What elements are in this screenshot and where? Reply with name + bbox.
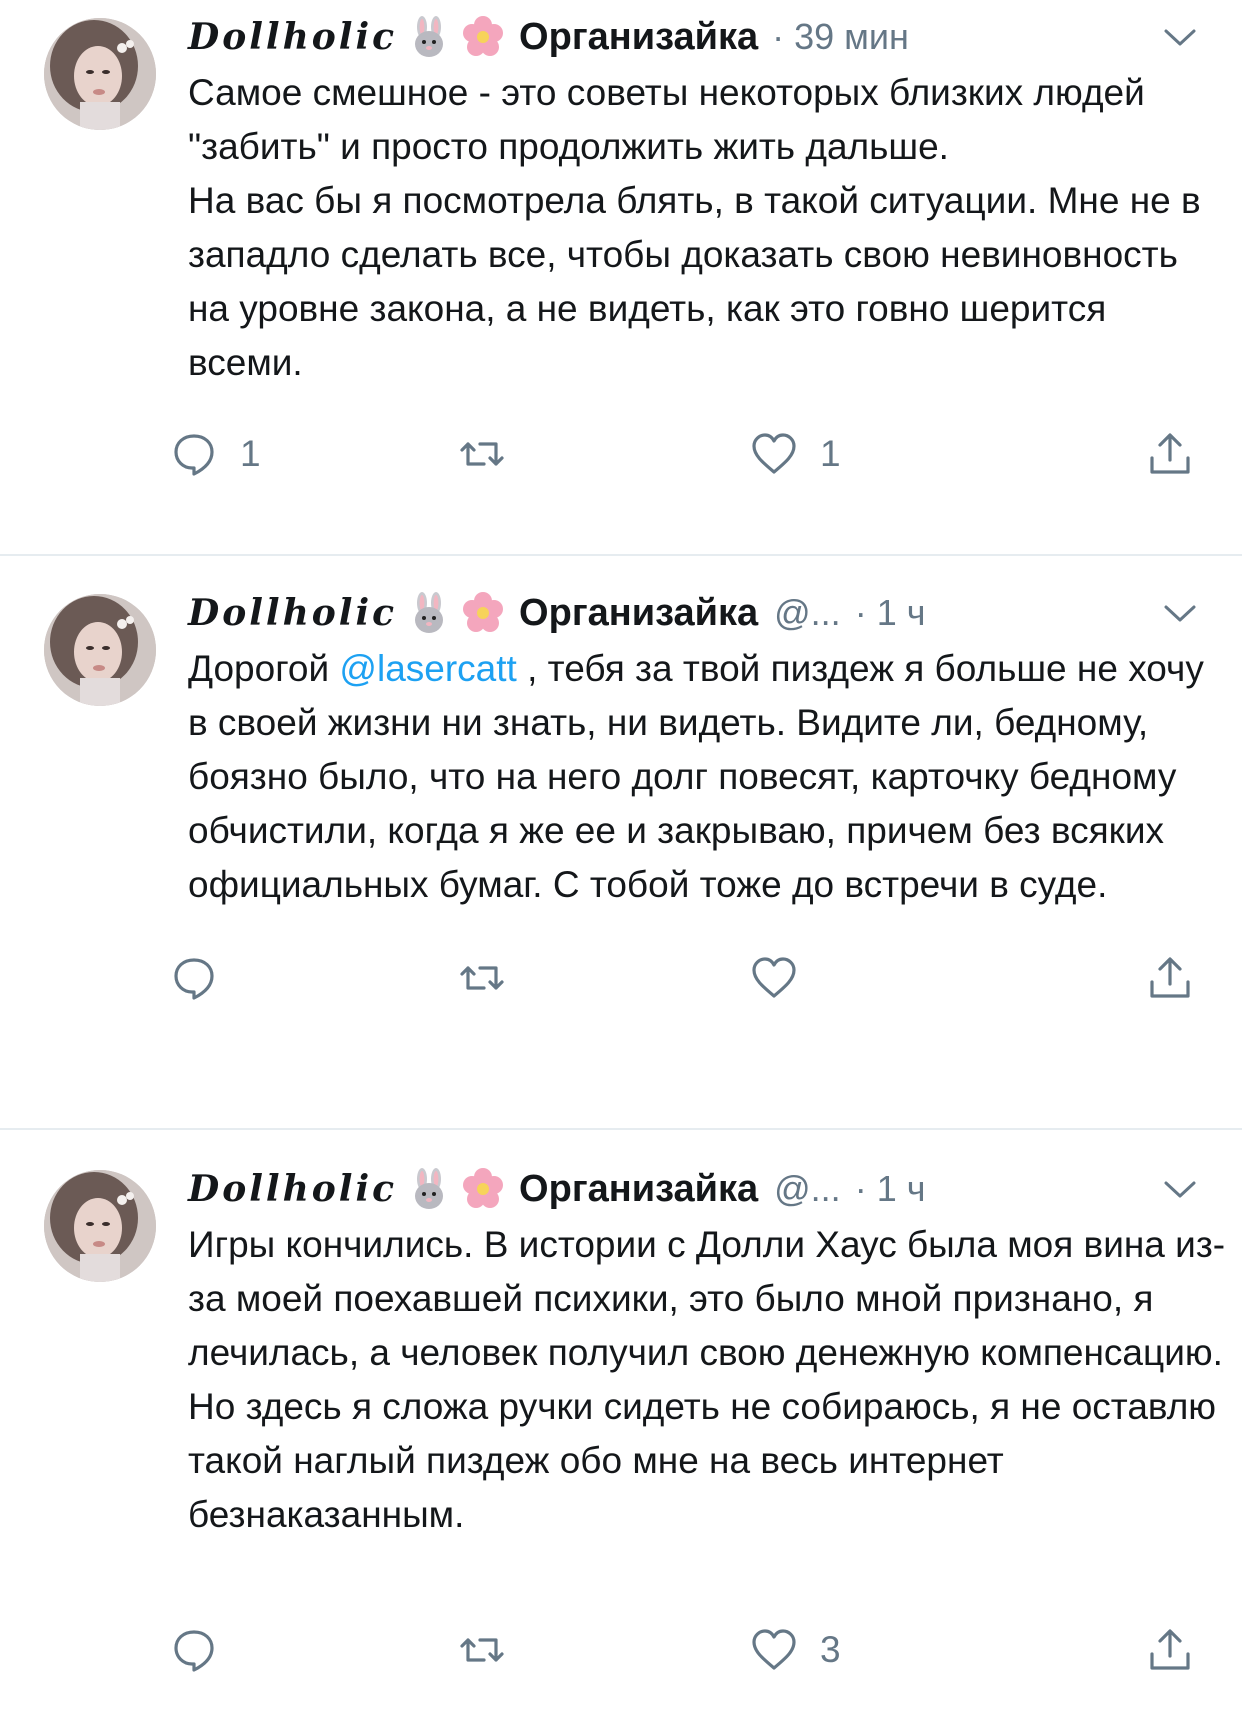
tweet-text: Дорогой @lasercatt , тебя за твой пиздеж…: [188, 642, 1228, 912]
reply-icon: [174, 434, 214, 476]
tweet[interactable]: Dollholic Организайка · 39 мин Самое сме…: [0, 0, 1242, 556]
chevron-down-icon[interactable]: [1162, 1174, 1198, 1204]
separator-dot: ·: [854, 1168, 867, 1209]
retweet-icon: [460, 1638, 504, 1662]
reply-button[interactable]: 1: [170, 424, 261, 484]
chevron-down-icon[interactable]: [1162, 22, 1198, 52]
retweet-icon: [460, 442, 504, 466]
share-icon: [1150, 1629, 1190, 1670]
cherry-blossom-emoji-icon: [461, 591, 505, 635]
share-icon: [1150, 957, 1190, 998]
reply-button[interactable]: [170, 1620, 240, 1680]
tweet[interactable]: Dollholic Организайка @... · 1 ч Игры ко…: [0, 1152, 1242, 1728]
separator-dot: ·: [772, 16, 785, 57]
like-button[interactable]: 1: [750, 424, 841, 484]
cherry-blossom-emoji-icon: [461, 1167, 505, 1211]
rabbit-emoji-icon: [407, 15, 451, 59]
timestamp[interactable]: 39 мин: [794, 16, 909, 58]
mention-link[interactable]: @lasercatt: [339, 648, 516, 689]
retweet-button[interactable]: [458, 948, 528, 1008]
retweet-button[interactable]: [458, 1620, 528, 1680]
display-name[interactable]: Организайка: [519, 1168, 758, 1211]
rabbit-emoji-icon: [407, 1167, 451, 1211]
handle[interactable]: @...: [774, 1168, 841, 1210]
text-segment: Дорогой: [188, 648, 340, 689]
tweet-header: Dollholic Организайка @... · 1 ч: [188, 588, 1198, 638]
heart-icon: [752, 1629, 796, 1670]
tweet-actions: 1 1: [174, 424, 1218, 484]
tweet-header: Dollholic Организайка @... · 1 ч: [188, 1164, 1198, 1214]
heart-icon: [752, 957, 796, 998]
display-name-script[interactable]: Dollholic: [188, 592, 397, 634]
tweet[interactable]: Dollholic Организайка @... · 1 ч Дорогой…: [0, 576, 1242, 1132]
share-button[interactable]: [1146, 1620, 1194, 1680]
separator-dot: ·: [854, 592, 867, 633]
divider: [0, 554, 1242, 556]
display-name-script[interactable]: Dollholic: [188, 16, 397, 58]
share-icon: [1150, 433, 1190, 474]
tweet-actions: [174, 948, 1218, 1008]
reply-icon: [174, 1630, 214, 1672]
avatar-image: [44, 594, 156, 706]
reply-count: 1: [240, 433, 261, 474]
share-button[interactable]: [1146, 948, 1194, 1008]
avatar[interactable]: [44, 594, 156, 706]
like-button[interactable]: [750, 948, 820, 1008]
rabbit-emoji-icon: [407, 591, 451, 635]
divider: [0, 1128, 1242, 1130]
heart-icon: [752, 433, 796, 474]
display-name-script[interactable]: Dollholic: [188, 1168, 397, 1210]
retweet-button[interactable]: [458, 424, 528, 484]
reply-icon: [174, 958, 214, 1000]
cherry-blossom-emoji-icon: [461, 15, 505, 59]
tweet-actions: 3: [174, 1620, 1218, 1680]
tweet-text: Самое смешное - это советы некоторых бли…: [188, 72, 1201, 383]
timestamp[interactable]: 1 ч: [877, 592, 926, 634]
tweet-text: Игры кончились. В истории с Долли Хаус б…: [188, 1224, 1226, 1535]
tweet-header: Dollholic Организайка · 39 мин: [188, 12, 1198, 62]
share-button[interactable]: [1146, 424, 1194, 484]
reply-button[interactable]: [170, 948, 240, 1008]
display-name[interactable]: Организайка: [519, 592, 758, 635]
avatar-image: [44, 18, 156, 130]
avatar[interactable]: [44, 18, 156, 130]
like-count: 3: [820, 1629, 841, 1670]
chevron-down-icon[interactable]: [1162, 598, 1198, 628]
like-button[interactable]: 3: [750, 1620, 841, 1680]
retweet-icon: [460, 966, 504, 990]
display-name[interactable]: Организайка: [519, 16, 758, 59]
avatar-image: [44, 1170, 156, 1282]
like-count: 1: [820, 433, 841, 474]
handle[interactable]: @...: [774, 592, 841, 634]
timestamp[interactable]: 1 ч: [877, 1168, 926, 1210]
avatar[interactable]: [44, 1170, 156, 1282]
